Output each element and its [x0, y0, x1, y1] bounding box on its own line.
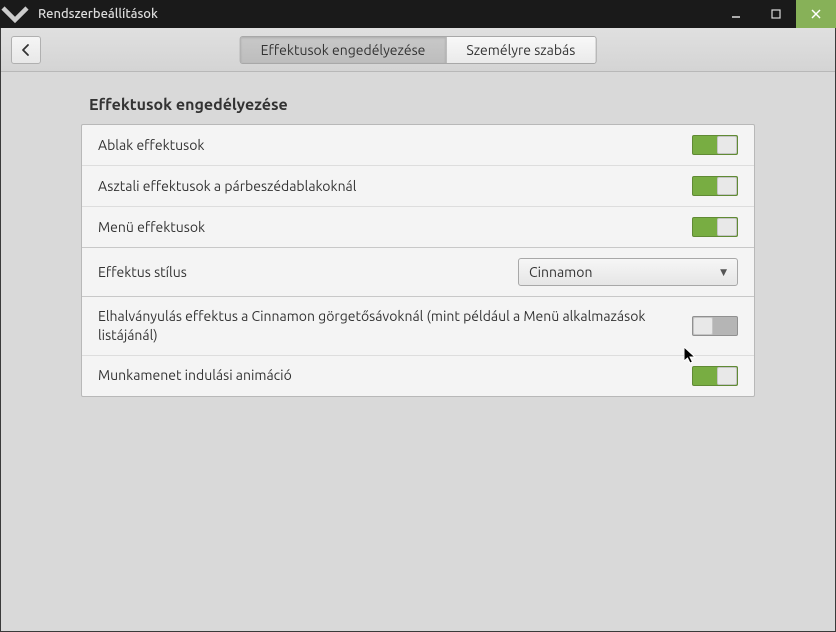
- settings-panel: Ablak effektusok Asztali effektusok a pá…: [81, 124, 755, 397]
- window-menu-button[interactable]: [0, 0, 30, 29]
- tab-enable-effects[interactable]: Effektusok engedélyezése: [241, 37, 446, 63]
- content-area: Effektusok engedélyezése Ablak effektuso…: [1, 72, 835, 421]
- window-body: Effektusok engedélyezése Személyre szabá…: [0, 28, 836, 632]
- window-title: Rendszerbeállítások: [30, 7, 158, 21]
- row-label: Effektus stílus: [98, 263, 518, 282]
- tab-label: Személyre szabás: [466, 42, 575, 58]
- row-label: Ablak effektusok: [98, 136, 692, 155]
- row-startup-anim: Munkamenet indulási animáció: [82, 356, 754, 396]
- switch-window-effects[interactable]: [692, 135, 738, 155]
- switch-fade-scroll[interactable]: [692, 316, 738, 336]
- row-menu-effects: Menü effektusok: [82, 207, 754, 248]
- row-fade-scroll: Elhalványulás effektus a Cinnamon görget…: [82, 297, 754, 356]
- combo-value: Cinnamon: [529, 264, 592, 280]
- chevron-down-icon: ▼: [720, 267, 727, 278]
- row-window-effects: Ablak effektusok: [82, 125, 754, 166]
- row-effect-style: Effektus stílus Cinnamon ▼: [82, 248, 754, 297]
- close-button[interactable]: [796, 0, 836, 28]
- row-label: Menü effektusok: [98, 218, 692, 237]
- switch-dialog-effects[interactable]: [692, 176, 738, 196]
- tab-group: Effektusok engedélyezése Személyre szabá…: [240, 36, 597, 64]
- maximize-button[interactable]: [756, 0, 796, 28]
- row-dialog-effects: Asztali effektusok a párbeszédablakoknál: [82, 166, 754, 207]
- row-label: Elhalványulás effektus a Cinnamon görget…: [98, 307, 692, 345]
- tab-customize[interactable]: Személyre szabás: [445, 37, 595, 63]
- row-label: Asztali effektusok a párbeszédablakoknál: [98, 177, 692, 196]
- row-label: Munkamenet indulási animáció: [98, 366, 692, 385]
- minimize-button[interactable]: [716, 0, 756, 28]
- switch-startup-anim[interactable]: [692, 366, 738, 386]
- back-button[interactable]: [11, 36, 41, 64]
- titlebar: Rendszerbeállítások: [0, 0, 836, 28]
- tab-label: Effektusok engedélyezése: [261, 42, 426, 58]
- combo-effect-style[interactable]: Cinnamon ▼: [518, 258, 738, 286]
- section-title: Effektusok engedélyezése: [89, 96, 755, 114]
- toolbar: Effektusok engedélyezése Személyre szabá…: [1, 28, 835, 72]
- window-controls: [716, 0, 836, 28]
- switch-menu-effects[interactable]: [692, 217, 738, 237]
